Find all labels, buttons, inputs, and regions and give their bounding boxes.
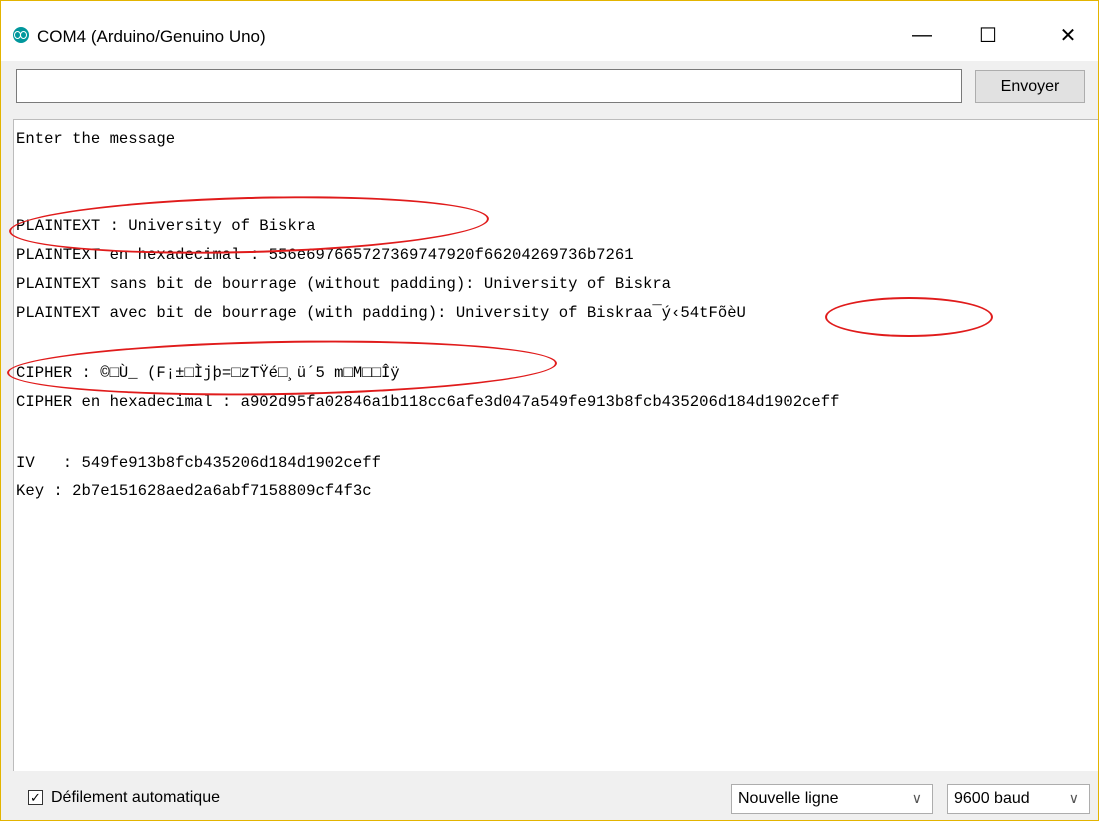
checkmark-icon: ✓ bbox=[30, 790, 41, 805]
output-line: Key : 2b7e151628aed2a6abf7158809cf4f3c bbox=[16, 482, 372, 500]
serial-output[interactable]: Enter the message PLAINTEXT : University… bbox=[13, 119, 1098, 771]
output-line: Enter the message bbox=[16, 130, 176, 148]
line-ending-select[interactable]: Nouvelle ligne ∨ bbox=[731, 784, 933, 814]
chevron-down-icon: ∨ bbox=[1068, 790, 1079, 806]
window-title: COM4 (Arduino/Genuino Uno) bbox=[37, 27, 266, 46]
autoscroll-label[interactable]: Défilement automatique bbox=[51, 789, 220, 807]
serial-input[interactable] bbox=[16, 69, 962, 103]
minimize-button[interactable]: — bbox=[899, 13, 945, 57]
output-line: PLAINTEXT sans bit de bourrage (without … bbox=[16, 275, 672, 293]
send-bar: Envoyer bbox=[1, 61, 1098, 115]
status-bar: ✓ Défilement automatique Nouvelle ligne … bbox=[1, 773, 1098, 820]
line-ending-value: Nouvelle ligne bbox=[738, 790, 839, 807]
arduino-icon bbox=[13, 27, 29, 43]
serial-monitor-window: COM4 (Arduino/Genuino Uno) — ☐ ✕ Envoyer… bbox=[0, 0, 1099, 821]
baud-rate-select[interactable]: 9600 baud ∨ bbox=[947, 784, 1090, 814]
send-button[interactable]: Envoyer bbox=[975, 70, 1085, 103]
output-line: CIPHER en hexadecimal : a902d95fa02846a1… bbox=[16, 393, 840, 411]
chevron-down-icon: ∨ bbox=[911, 790, 922, 806]
output-line: PLAINTEXT en hexadecimal : 556e697665727… bbox=[16, 246, 634, 264]
output-line: PLAINTEXT avec bit de bourrage (with pad… bbox=[16, 304, 746, 322]
autoscroll-checkbox[interactable]: ✓ bbox=[28, 790, 43, 805]
output-line: PLAINTEXT : University of Biskra bbox=[16, 217, 316, 235]
output-line: CIPHER : ©□Ù_ (F¡±□Ìjþ=□zTŸé□¸ü´5 m□M□□Î… bbox=[16, 364, 400, 382]
output-line: IV : 549fe913b8fcb435206d184d1902ceff bbox=[16, 454, 381, 472]
title-bar[interactable]: COM4 (Arduino/Genuino Uno) — ☐ ✕ bbox=[1, 1, 1098, 61]
baud-rate-value: 9600 baud bbox=[954, 790, 1030, 807]
maximize-button[interactable]: ☐ bbox=[965, 13, 1011, 57]
close-button[interactable]: ✕ bbox=[1045, 13, 1091, 57]
